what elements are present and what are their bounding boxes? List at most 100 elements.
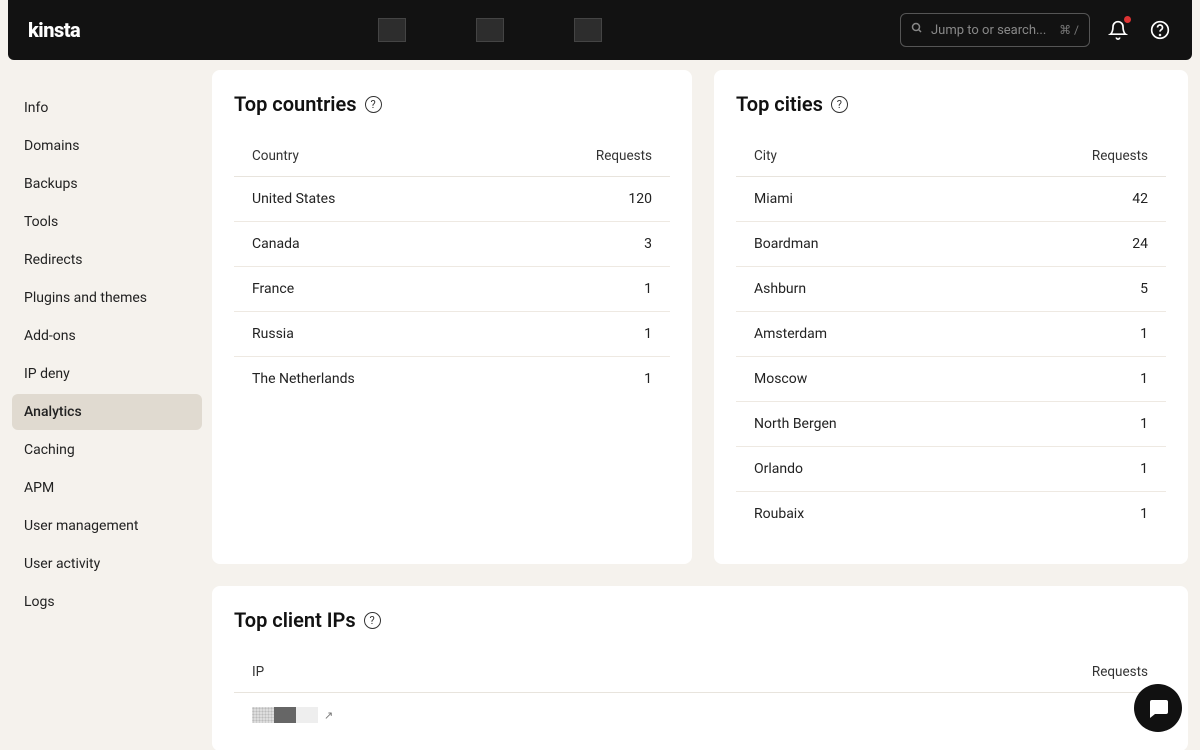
help-button[interactable] [1148, 18, 1172, 42]
table-row: Boardman24 [736, 222, 1166, 267]
notification-dot-icon [1124, 16, 1131, 23]
brand-text: kinsta [28, 18, 80, 42]
row-value: 3 [496, 222, 670, 267]
row-label: Canada [234, 222, 496, 267]
sidebar: InfoDomainsBackupsToolsRedirectsPlugins … [0, 60, 208, 750]
row-value: 1 [496, 267, 670, 312]
content-area: Top countries ? Country Requests United … [208, 60, 1200, 750]
table-row: France1 [234, 267, 670, 312]
table-row: Roubaix1 [736, 492, 1166, 537]
sidebar-item-analytics[interactable]: Analytics [12, 394, 202, 430]
table-row: North Bergen1 [736, 402, 1166, 447]
row-value: 1 [978, 402, 1166, 447]
row-label: Boardman [736, 222, 978, 267]
row-label: Russia [234, 312, 496, 357]
sidebar-item-backups[interactable]: Backups [12, 166, 202, 202]
cities-table: City Requests Miami42Boardman24Ashburn5A… [736, 136, 1166, 536]
nav-placeholder-1 [378, 18, 406, 42]
col-requests: Requests [978, 136, 1166, 177]
card-header: Top countries ? [234, 92, 670, 116]
sidebar-item-apm[interactable]: APM [12, 470, 202, 506]
external-link-icon[interactable]: ↗ [324, 709, 333, 722]
search-input[interactable]: Jump to or search... ⌘ / [900, 13, 1090, 47]
chat-launcher-button[interactable] [1134, 684, 1182, 732]
row-value: 1 [978, 492, 1166, 537]
table-row: Russia1 [234, 312, 670, 357]
row-value: 1 [978, 447, 1166, 492]
row-value: 1 [978, 312, 1166, 357]
card-title: Top countries [234, 92, 357, 116]
row-label: Miami [736, 177, 978, 222]
chat-icon [1146, 696, 1170, 720]
sidebar-item-logs[interactable]: Logs [12, 584, 202, 620]
col-country: Country [234, 136, 496, 177]
sidebar-item-add-ons[interactable]: Add-ons [12, 318, 202, 354]
sidebar-item-info[interactable]: Info [12, 90, 202, 126]
nav-placeholder-3 [574, 18, 602, 42]
row-label: Amsterdam [736, 312, 978, 357]
sidebar-item-redirects[interactable]: Redirects [12, 242, 202, 278]
row-value: 42 [978, 177, 1166, 222]
col-ip: IP [234, 652, 756, 693]
row-label: Orlando [736, 447, 978, 492]
top-countries-card: Top countries ? Country Requests United … [212, 70, 692, 564]
table-row: Miami42 [736, 177, 1166, 222]
row-value: 1 [978, 357, 1166, 402]
table-row: United States120 [234, 177, 670, 222]
sidebar-item-tools[interactable]: Tools [12, 204, 202, 240]
help-icon[interactable]: ? [364, 612, 381, 629]
help-icon[interactable]: ? [365, 96, 382, 113]
table-row: Ashburn5 [736, 267, 1166, 312]
sidebar-item-user-activity[interactable]: User activity [12, 546, 202, 582]
row-value: 24 [978, 222, 1166, 267]
countries-table: Country Requests United States120Canada3… [234, 136, 670, 401]
row-label: France [234, 267, 496, 312]
row-value: 5 [978, 267, 1166, 312]
row-label: United States [234, 177, 496, 222]
sidebar-item-plugins-and-themes[interactable]: Plugins and themes [12, 280, 202, 316]
nav-placeholder-2 [476, 18, 504, 42]
row-label: Moscow [736, 357, 978, 402]
search-shortcut: ⌘ / [1059, 23, 1079, 37]
table-row: Canada3 [234, 222, 670, 267]
card-title: Top client IPs [234, 608, 356, 632]
card-header: Top cities ? [736, 92, 1166, 116]
row-label: ↗ [234, 693, 756, 742]
table-row: Moscow1 [736, 357, 1166, 402]
col-requests: Requests [756, 652, 1166, 693]
main-layout: InfoDomainsBackupsToolsRedirectsPlugins … [0, 60, 1200, 750]
row-label: Ashburn [736, 267, 978, 312]
table-row: ↗4 [234, 693, 1166, 742]
card-title: Top cities [736, 92, 823, 116]
help-icon[interactable]: ? [831, 96, 848, 113]
col-city: City [736, 136, 978, 177]
sidebar-item-ip-deny[interactable]: IP deny [12, 356, 202, 392]
sidebar-item-caching[interactable]: Caching [12, 432, 202, 468]
row-value: 1 [496, 312, 670, 357]
table-row: Amsterdam1 [736, 312, 1166, 357]
col-requests: Requests [496, 136, 670, 177]
row-label: The Netherlands [234, 357, 496, 402]
topbar-center [96, 18, 884, 42]
sidebar-item-user-management[interactable]: User management [12, 508, 202, 544]
table-row: Orlando1 [736, 447, 1166, 492]
search-icon [911, 22, 923, 38]
top-client-ips-card: Top client IPs ? IP Requests ↗4 [212, 586, 1188, 750]
topbar: kinsta Jump to or search... ⌘ / [8, 0, 1192, 60]
notifications-button[interactable] [1106, 18, 1130, 42]
search-placeholder: Jump to or search... [931, 23, 1046, 38]
row-label: Roubaix [736, 492, 978, 537]
top-cities-card: Top cities ? City Requests Miami42Boardm… [714, 70, 1188, 564]
row-label: North Bergen [736, 402, 978, 447]
sidebar-item-domains[interactable]: Domains [12, 128, 202, 164]
brand-logo[interactable]: kinsta [28, 18, 80, 42]
card-header: Top client IPs ? [234, 608, 1166, 632]
table-row: The Netherlands1 [234, 357, 670, 402]
redacted-ip: ↗ [252, 707, 333, 723]
topbar-right [1106, 18, 1172, 42]
row-value: 4 [756, 693, 1166, 742]
cards-row: Top countries ? Country Requests United … [212, 70, 1188, 564]
row-value: 1 [496, 357, 670, 402]
ips-table: IP Requests ↗4 [234, 652, 1166, 741]
row-value: 120 [496, 177, 670, 222]
